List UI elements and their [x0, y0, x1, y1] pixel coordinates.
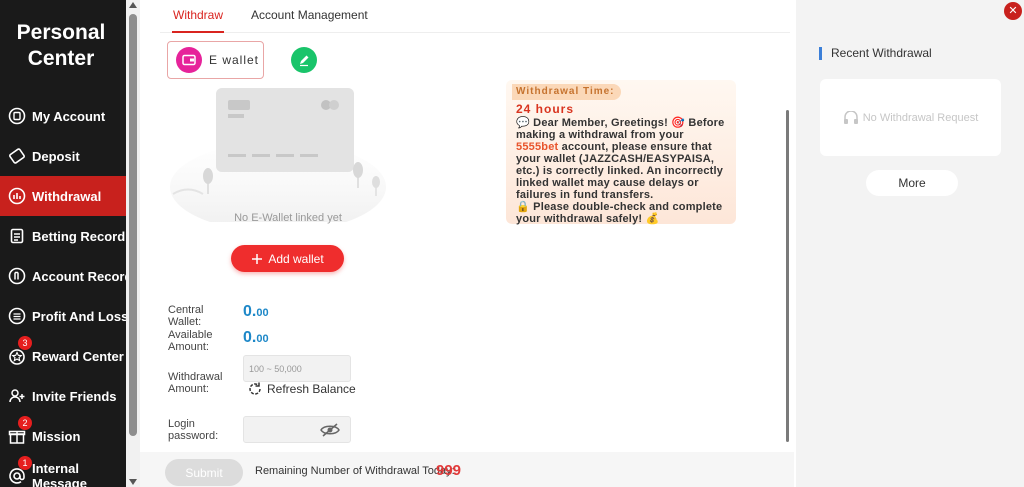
more-button[interactable]: More — [866, 170, 958, 196]
no-withdrawal-request: No Withdrawal Request — [820, 79, 1001, 156]
profit-loss-icon — [8, 307, 26, 325]
empty-wallet-text: No E-Wallet linked yet — [234, 212, 342, 224]
sidebar-title: Personal Center — [16, 21, 106, 70]
close-icon: ✕ — [1008, 4, 1018, 17]
sidebar-item-label: Mission — [32, 428, 81, 444]
sidebar-item-label: My Account — [32, 108, 106, 124]
central-wallet-amount-dec: 00 — [256, 307, 269, 319]
available-amount-label: Available Amount: — [168, 329, 213, 353]
sidebar-item-invite-friends[interactable]: Invite Friends — [0, 376, 126, 416]
withdrawal-notice: Withdrawal Time: 24 hours 💬 Dear Member,… — [506, 80, 736, 225]
speech-bubble-icon: 💬 — [516, 117, 530, 129]
sidebar-item-account-record[interactable]: Account Record — [0, 256, 126, 296]
login-password-input[interactable] — [243, 416, 351, 443]
recent-withdrawal-panel — [796, 0, 1024, 487]
sidebar-item-label: Profit And Loss — [32, 308, 126, 324]
recent-withdrawal-title: Recent Withdrawal — [819, 47, 932, 60]
login-password-label: Login password: — [168, 418, 219, 442]
sidebar-item-profit-and-loss[interactable]: Profit And Loss — [0, 296, 126, 336]
available-amount-dec: 00 — [256, 333, 269, 345]
central-wallet-amount: 0.00 — [243, 303, 269, 321]
withdrawal-icon — [8, 187, 26, 205]
add-wallet-button[interactable]: Add wallet — [231, 245, 344, 272]
money-bag-icon: 💰 — [645, 213, 660, 225]
add-wallet-label: Add wallet — [268, 251, 324, 266]
message-badge: 1 — [18, 456, 32, 470]
withdrawal-amount-label: Withdrawal Amount: — [168, 371, 223, 395]
sidebar-item-deposit[interactable]: Deposit — [0, 136, 126, 176]
mission-badge: 2 — [18, 416, 32, 430]
close-button[interactable]: ✕ — [1004, 2, 1022, 20]
tab-bar: Withdraw Account Management — [160, 0, 790, 33]
central-wallet-label: Central Wallet: — [168, 304, 204, 328]
sidebar-item-label: Deposit — [32, 148, 80, 164]
sidebar-item-label: Betting Record — [32, 228, 126, 244]
empty-box-icon — [843, 110, 858, 124]
sidebar-item-betting-record[interactable]: Betting Record — [0, 216, 126, 256]
withdrawal-amount-input[interactable]: 100 ~ 50,000 — [243, 355, 351, 382]
notice-hours: 24 hours — [516, 102, 575, 116]
invite-icon — [8, 387, 26, 405]
central-wallet-amount-int: 0. — [243, 303, 257, 320]
available-amount-int: 0. — [243, 329, 257, 346]
scroll-up-icon[interactable] — [129, 2, 137, 8]
remaining-label: Remaining Number of Withdrawal Today: — [255, 465, 455, 477]
no-request-text: No Withdrawal Request — [862, 111, 979, 124]
tab-account-management[interactable]: Account Management — [251, 8, 368, 33]
sidebar-item-label: Invite Friends — [32, 388, 117, 404]
plus-icon — [252, 253, 263, 264]
wallet-icon — [176, 47, 202, 73]
submit-button[interactable]: Submit — [165, 459, 243, 486]
sidebar-item-label: Withdrawal — [32, 188, 102, 204]
pencil-icon — [300, 55, 309, 67]
edit-wallet-button[interactable] — [291, 47, 317, 73]
ewallet-button[interactable]: E wallet — [167, 41, 264, 79]
account-record-icon — [8, 267, 26, 285]
notice-title: Withdrawal Time: — [512, 84, 621, 100]
sidebar-item-my-account[interactable]: My Account — [0, 96, 126, 136]
ewallet-label: E wallet — [209, 53, 260, 67]
notice-brand: 5555bet — [516, 141, 559, 153]
reward-badge: 3 — [18, 336, 32, 350]
tab-withdraw[interactable]: Withdraw — [172, 8, 225, 33]
refresh-icon — [249, 382, 261, 395]
notice-greeting: Dear Member, Greetings! — [533, 117, 668, 129]
account-icon — [8, 107, 26, 125]
refresh-balance-label: Refresh Balance — [267, 382, 356, 396]
empty-wallet-illustration — [170, 88, 386, 222]
sidebar-item-label: Reward Center — [32, 348, 124, 364]
remaining-count: 999 — [436, 462, 462, 479]
sidebar-item-withdrawal[interactable]: Withdrawal — [0, 176, 126, 216]
target-icon: 🎯 — [671, 117, 686, 129]
main-scrollbar[interactable] — [786, 110, 789, 442]
sidebar-item-label: Account Record — [32, 268, 126, 284]
lock-icon: 🔒 — [516, 201, 530, 213]
scrollbar-thumb[interactable] — [129, 14, 137, 436]
refresh-balance-button[interactable]: Refresh Balance — [247, 381, 356, 397]
notice-footer: Please double-check and complete your wi… — [516, 201, 723, 225]
scroll-down-icon[interactable] — [129, 479, 137, 485]
eye-hidden-icon[interactable] — [320, 422, 340, 437]
sidebar: Personal Center My Account Deposit Withd… — [0, 0, 126, 487]
sidebar-item-label: Internal Message — [32, 461, 87, 487]
deposit-icon — [8, 147, 26, 165]
sidebar-scrollbar[interactable] — [126, 0, 140, 487]
available-amount: 0.00 — [243, 329, 269, 347]
notice-body: 💬 Dear Member, Greetings! 🎯 Before makin… — [516, 117, 726, 225]
betting-record-icon — [8, 227, 26, 245]
